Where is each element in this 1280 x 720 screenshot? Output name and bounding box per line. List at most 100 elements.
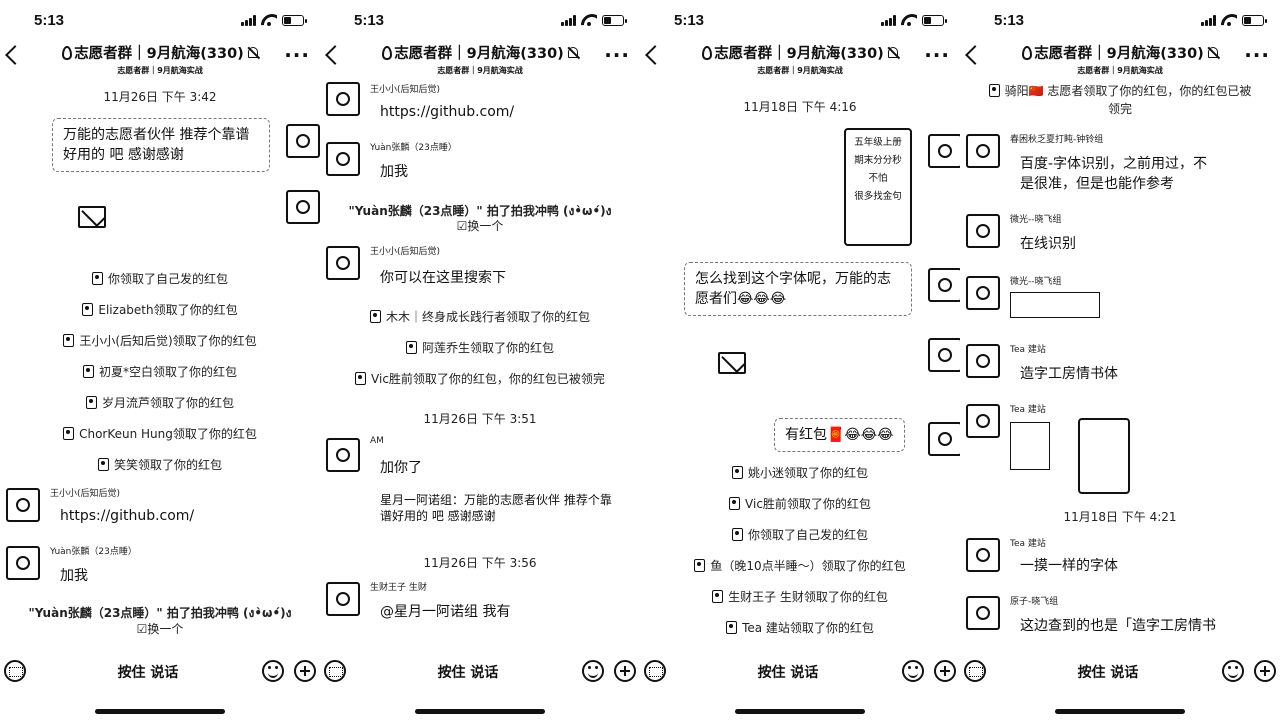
red-packet-mini-icon xyxy=(63,334,75,347)
message-text[interactable]: @星月一阿诺组 我有 xyxy=(380,602,510,622)
message-text[interactable]: 一摸一样的字体 xyxy=(1020,556,1118,576)
chat-title-area[interactable]: 志愿者群｜9月航海(330) 志愿者群｜9月航海实战 xyxy=(40,42,280,76)
red-packet-mini-icon xyxy=(694,559,706,572)
avatar[interactable] xyxy=(326,582,360,616)
red-packet-mini-icon xyxy=(91,272,103,285)
chat-title-area[interactable]: 志愿者群｜9月航海(330) 志愿者群｜9月航海实战 xyxy=(360,42,600,76)
hold-to-talk-button[interactable]: 按住 说话 xyxy=(40,662,256,682)
message-text[interactable]: 在线识别 xyxy=(1020,234,1076,254)
more-options-icon[interactable]: ··· xyxy=(924,45,950,65)
avatar[interactable] xyxy=(966,404,1000,438)
image-message[interactable] xyxy=(1078,418,1130,494)
avatar[interactable] xyxy=(966,134,1000,168)
chat-subtitle: 志愿者群｜9月航海实战 xyxy=(1077,65,1163,75)
plus-icon[interactable] xyxy=(294,660,316,682)
plus-icon[interactable] xyxy=(1254,660,1276,682)
swap-link[interactable]: ☑换一个 xyxy=(4,620,316,637)
red-packet-mini-icon xyxy=(726,621,738,634)
battery-icon xyxy=(282,14,307,26)
system-notice: 笑笑领取了你的红包 xyxy=(4,456,316,473)
emoji-icon[interactable] xyxy=(1222,660,1244,682)
avatar[interactable] xyxy=(928,268,960,302)
hold-to-talk-button[interactable]: 按住 说话 xyxy=(1000,662,1216,682)
red-packet-icon[interactable] xyxy=(78,206,106,228)
message-text[interactable]: https://github.com/ xyxy=(60,506,194,526)
sender-name: AM xyxy=(370,436,384,446)
hold-to-talk-button[interactable]: 按住 说话 xyxy=(680,662,896,682)
keyboard-icon[interactable] xyxy=(964,660,986,682)
avatar[interactable] xyxy=(326,82,360,116)
message-text[interactable]: 你可以在这里搜索下 xyxy=(380,268,506,288)
more-options-icon[interactable]: ··· xyxy=(284,45,310,65)
link-card[interactable] xyxy=(1010,292,1100,318)
avatar[interactable] xyxy=(966,276,1000,310)
chat-header: 志愿者群｜9月航海(330) 志愿者群｜9月航海实战 ··· xyxy=(960,40,1280,78)
signal-icon xyxy=(1201,14,1216,26)
avatar[interactable] xyxy=(928,338,960,372)
message-bubble[interactable]: 有红包🧧😂😂😂 xyxy=(774,418,905,452)
keyboard-icon[interactable] xyxy=(4,660,26,682)
red-packet-mini-icon xyxy=(988,84,1000,97)
avatar[interactable] xyxy=(966,214,1000,248)
message-text[interactable]: 加我 xyxy=(380,162,408,182)
avatar[interactable] xyxy=(966,344,1000,378)
avatar[interactable] xyxy=(286,124,320,158)
avatar[interactable] xyxy=(928,134,960,168)
quoted-message[interactable]: 怎么找到这个字体呢，万能的志愿者们😂😂😂 xyxy=(684,262,912,316)
avatar[interactable] xyxy=(326,438,360,472)
system-notice: Vic胜前领取了你的红包 xyxy=(644,495,956,512)
message-list: 11月18日 下午 4:16 五年级上册 期末分分秒不怕 很多找金句 怎么找到这… xyxy=(640,80,960,644)
chat-title: 志愿者群｜9月航海(330) xyxy=(1022,42,1218,63)
chat-subtitle: 志愿者群｜9月航海实战 xyxy=(117,65,203,75)
chat-title-area[interactable]: 志愿者群｜9月航海(330) 志愿者群｜9月航海实战 xyxy=(680,42,920,76)
keyboard-icon[interactable] xyxy=(644,660,666,682)
input-bar: 按住 说话 xyxy=(320,644,640,692)
avatar[interactable] xyxy=(6,488,40,522)
plus-icon[interactable] xyxy=(614,660,636,682)
back-arrow-icon[interactable] xyxy=(325,45,345,65)
avatar[interactable] xyxy=(966,596,1000,630)
emoji-icon[interactable] xyxy=(262,660,284,682)
avatar[interactable] xyxy=(286,190,320,224)
message-text[interactable]: 造字工房情书体 xyxy=(1020,364,1118,384)
red-packet-mini-icon xyxy=(712,590,724,603)
quoted-message[interactable]: 万能的志愿者伙伴 推荐个靠谱好用的 吧 感谢感谢 xyxy=(52,118,270,172)
plus-icon[interactable] xyxy=(934,660,956,682)
red-packet-icon[interactable] xyxy=(718,352,746,374)
message-text[interactable]: 加我 xyxy=(60,566,88,586)
message-text[interactable]: 这边查到的也是「造字工房情书 xyxy=(1020,616,1230,636)
hold-to-talk-button[interactable]: 按住 说话 xyxy=(360,662,576,682)
chat-title: 志愿者群｜9月航海(330) xyxy=(382,42,578,63)
avatar[interactable] xyxy=(326,142,360,176)
back-arrow-icon[interactable] xyxy=(965,45,985,65)
image-message[interactable]: 五年级上册 期末分分秒不怕 很多找金句 xyxy=(844,128,912,246)
chat-title-area[interactable]: 志愿者群｜9月航海(330) 志愿者群｜9月航海实战 xyxy=(1000,42,1240,76)
avatar[interactable] xyxy=(928,422,960,456)
sender-name: 王小小(后知后觉) xyxy=(370,85,441,95)
system-notice: 你领取了自己发的红包 xyxy=(4,270,316,287)
emoji-icon[interactable] xyxy=(902,660,924,682)
system-notice: 初夏*空白领取了你的红包 xyxy=(4,363,316,380)
more-options-icon[interactable]: ··· xyxy=(1244,45,1270,65)
more-options-icon[interactable]: ··· xyxy=(604,45,630,65)
avatar[interactable] xyxy=(6,546,40,580)
keyboard-icon[interactable] xyxy=(324,660,346,682)
chat-subtitle: 志愿者群｜9月航海实战 xyxy=(437,65,523,75)
system-notice: 阿莲乔生领取了你的红包 xyxy=(324,339,636,356)
file-card[interactable] xyxy=(1010,422,1050,470)
emoji-icon[interactable] xyxy=(582,660,604,682)
message-text[interactable]: 加你了 xyxy=(380,458,422,478)
back-arrow-icon[interactable] xyxy=(5,45,25,65)
battery-icon xyxy=(922,14,947,26)
mute-bell-icon xyxy=(567,47,578,58)
quoted-reply[interactable]: 星月一阿诺组：万能的志愿者伙伴 推荐个靠谱好用的 吧 感谢感谢 xyxy=(380,492,620,524)
avatar[interactable] xyxy=(966,538,1000,572)
message-text[interactable]: https://github.com/ xyxy=(380,102,514,122)
avatar[interactable] xyxy=(326,246,360,280)
system-notice: 鱼（晚10点半睡～）领取了你的红包 xyxy=(644,557,956,574)
back-arrow-icon[interactable] xyxy=(645,45,665,65)
message-text[interactable]: 百度-字体识别，之前用过，不是很准，但是也能作参考 xyxy=(1020,154,1220,194)
swap-link[interactable]: ☑换一个 xyxy=(324,217,636,234)
sender-name: 春困秋乏夏打盹-钟铃组 xyxy=(1010,135,1104,145)
status-icons xyxy=(561,14,627,26)
